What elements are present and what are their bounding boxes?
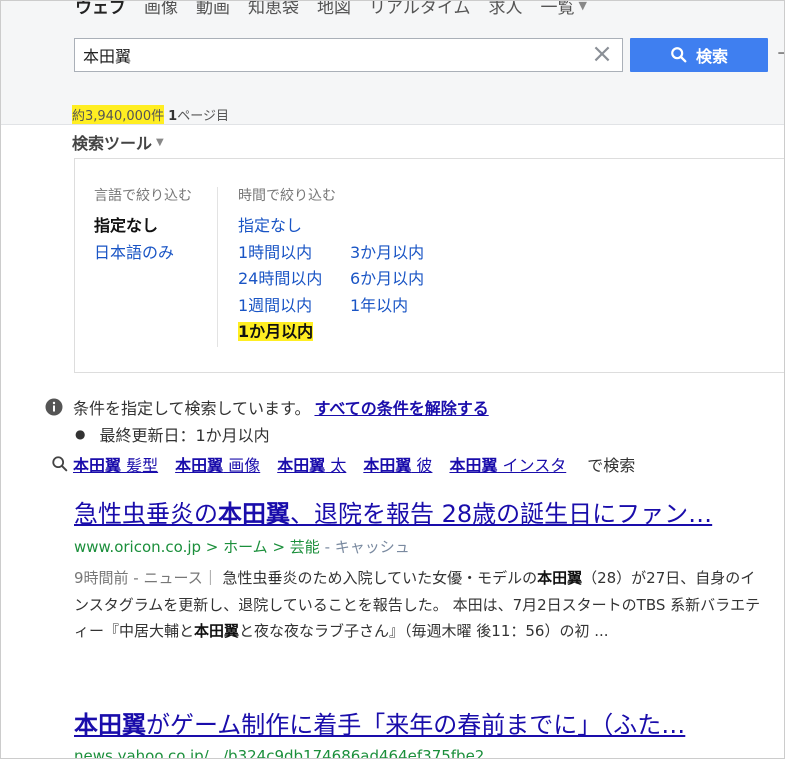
result-title-keyword: 本田翼: [74, 711, 146, 739]
result-title-text: がゲーム制作に着手「来年の春前までに」（ふた…: [146, 711, 686, 739]
search-result: 急性虫垂炎の本田翼、退院を報告 28歳の誕生日にファン… www.oricon.…: [74, 496, 774, 645]
result-title-link[interactable]: 急性虫垂炎の本田翼、退院を報告 28歳の誕生日にファン…: [74, 496, 774, 532]
page-indicator: 1ページ目: [168, 105, 229, 124]
result-snippet: 9時間前 - ニュース｜ 急性虫垂炎のため入院していた女優・モデルの本田翼（28…: [74, 565, 764, 645]
cache-link[interactable]: - キャッシュ: [320, 538, 410, 556]
nav-item-chiebukuro[interactable]: 知恵袋: [248, 1, 299, 18]
time-filter: 時間で絞り込む 指定なし 1時間以内 3か月以内 24時間以内 6か月以内 1週…: [238, 185, 450, 346]
result-url: news.yahoo.co.jp/.../b324c9db174686ad464…: [74, 747, 774, 758]
result-url: www.oricon.co.jp > ホーム > 芸能 - キャッシュ: [74, 536, 774, 557]
result-title-text: 、退院を報告 28歳の誕生日にファン…: [290, 500, 713, 528]
active-conditions: 条件を指定して検索しています。 すべての条件を解除する: [45, 395, 489, 419]
dropdown-triangle-icon: ▼: [578, 0, 587, 12]
search-tools-label: 検索ツール: [72, 134, 153, 153]
browser-viewport: ウェブ 画像 動画 知恵袋 地図 リアルタイム 求人 一覧 ▼ × 検索 + 約…: [0, 0, 785, 759]
conditions-text: 条件を指定して検索しています。: [73, 399, 311, 418]
result-snippet-keyword: 本田翼: [537, 569, 583, 587]
search-input[interactable]: [83, 39, 583, 71]
time-option-1-week[interactable]: 1週間以内: [238, 293, 350, 320]
search-icon: [52, 456, 68, 472]
related-search-link[interactable]: 本田翼 インスタ: [449, 452, 566, 476]
page-number: 1: [168, 109, 178, 124]
info-icon: [45, 398, 63, 416]
nav-item-images[interactable]: 画像: [144, 1, 178, 18]
result-title-text: 急性虫垂炎の: [74, 500, 218, 528]
search-result: 本田翼がゲーム制作に着手「来年の春前までに」（ふた… news.yahoo.co…: [74, 707, 774, 758]
dropdown-triangle-icon: ▼: [156, 136, 164, 148]
time-filter-heading: 時間で絞り込む: [238, 188, 336, 204]
time-option-3-months[interactable]: 3か月以内: [350, 240, 450, 267]
related-search-suffix: 彼: [411, 456, 433, 475]
time-option-1-month-label: 1か月以内: [238, 322, 314, 341]
time-option-1-month: 1か月以内: [238, 319, 350, 346]
related-search-keyword: 本田翼: [363, 456, 412, 475]
related-search-link[interactable]: 本田翼 太: [277, 452, 346, 476]
nav-item-videos[interactable]: 動画: [196, 1, 230, 18]
result-snippet-text: 急性虫垂炎のため入院していた女優・モデルの: [222, 569, 538, 587]
related-search-caption: で検索: [587, 456, 636, 475]
time-option-24-hours[interactable]: 24時間以内: [238, 266, 350, 293]
column-divider: [217, 187, 218, 347]
condition-item-text: 最終更新日：1か月以内: [99, 426, 270, 445]
nav-item-realtime[interactable]: リアルタイム: [369, 1, 471, 18]
condition-item: ● 最終更新日：1か月以内: [75, 422, 270, 446]
page-label: ページ目: [177, 109, 229, 124]
clear-conditions-link[interactable]: すべての条件を解除する: [314, 395, 488, 419]
result-count: 約3,940,000件 1ページ目: [72, 105, 229, 124]
search-button[interactable]: 検索: [630, 38, 768, 72]
vertical-nav: ウェブ 画像 動画 知恵袋 地図 リアルタイム 求人 一覧 ▼: [75, 0, 587, 18]
result-title-link[interactable]: 本田翼がゲーム制作に着手「来年の春前までに」（ふた…: [74, 707, 774, 743]
nav-item-web[interactable]: ウェブ: [75, 1, 126, 18]
related-search-keyword: 本田翼: [277, 456, 326, 475]
nav-more-menu[interactable]: 一覧 ▼: [540, 0, 587, 18]
related-search-keyword: 本田翼: [175, 456, 224, 475]
lang-option-japanese[interactable]: 日本語のみ: [94, 240, 192, 267]
result-url-text[interactable]: news.yahoo.co.jp/.../b324c9db174686ad464…: [74, 747, 484, 758]
time-option-1-hour[interactable]: 1時間以内: [238, 240, 350, 267]
time-option-any[interactable]: 指定なし: [238, 213, 350, 240]
nav-item-jobs[interactable]: 求人: [489, 1, 523, 18]
related-search-suffix: インスタ: [497, 456, 567, 475]
search-button-label: 検索: [695, 49, 728, 66]
search-icon: [671, 47, 687, 63]
result-meta: 9時間前 - ニュース｜: [74, 569, 223, 587]
related-search-suffix: 画像: [223, 456, 261, 475]
time-option-1-year[interactable]: 1年以内: [350, 293, 450, 320]
related-search-link[interactable]: 本田翼 彼: [363, 452, 432, 476]
plus-icon[interactable]: +: [776, 41, 784, 66]
bullet: ●: [75, 427, 86, 441]
related-search-link[interactable]: 本田翼 髪型: [73, 452, 158, 476]
language-filter: 言語で絞り込む 指定なし 日本語のみ: [94, 185, 192, 266]
language-filter-heading: 言語で絞り込む: [94, 188, 192, 204]
clear-icon[interactable]: ×: [590, 41, 614, 67]
result-title-keyword: 本田翼: [218, 500, 290, 528]
lang-option-any: 指定なし: [94, 216, 159, 235]
related-search-keyword: 本田翼: [73, 456, 122, 475]
result-snippet-text: と夜な夜なラブ子さん』（毎週木曜 後11：56）の初 ...: [239, 622, 609, 640]
search-box: ×: [74, 38, 623, 72]
related-searches: 本田翼 髪型 本田翼 画像 本田翼 太 本田翼 彼 本田翼 インスタ で検索: [51, 452, 635, 476]
result-url-text[interactable]: www.oricon.co.jp > ホーム > 芸能: [74, 538, 320, 556]
result-snippet-keyword: 本田翼: [194, 622, 240, 640]
related-search-link[interactable]: 本田翼 画像: [175, 452, 260, 476]
result-count-value: 約3,940,000件: [72, 105, 165, 124]
search-tools-panel: 言語で絞り込む 指定なし 日本語のみ 時間で絞り込む 指定なし 1時間以内 3か…: [74, 158, 784, 373]
nav-more-label: 一覧: [540, 0, 575, 18]
search-tools-toggle[interactable]: 検索ツール ▼: [72, 130, 164, 154]
related-search-suffix: 太: [325, 456, 347, 475]
nav-item-maps[interactable]: 地図: [317, 1, 351, 18]
related-search-suffix: 髪型: [121, 456, 159, 475]
related-search-keyword: 本田翼: [449, 456, 498, 475]
time-option-6-months[interactable]: 6か月以内: [350, 266, 450, 293]
